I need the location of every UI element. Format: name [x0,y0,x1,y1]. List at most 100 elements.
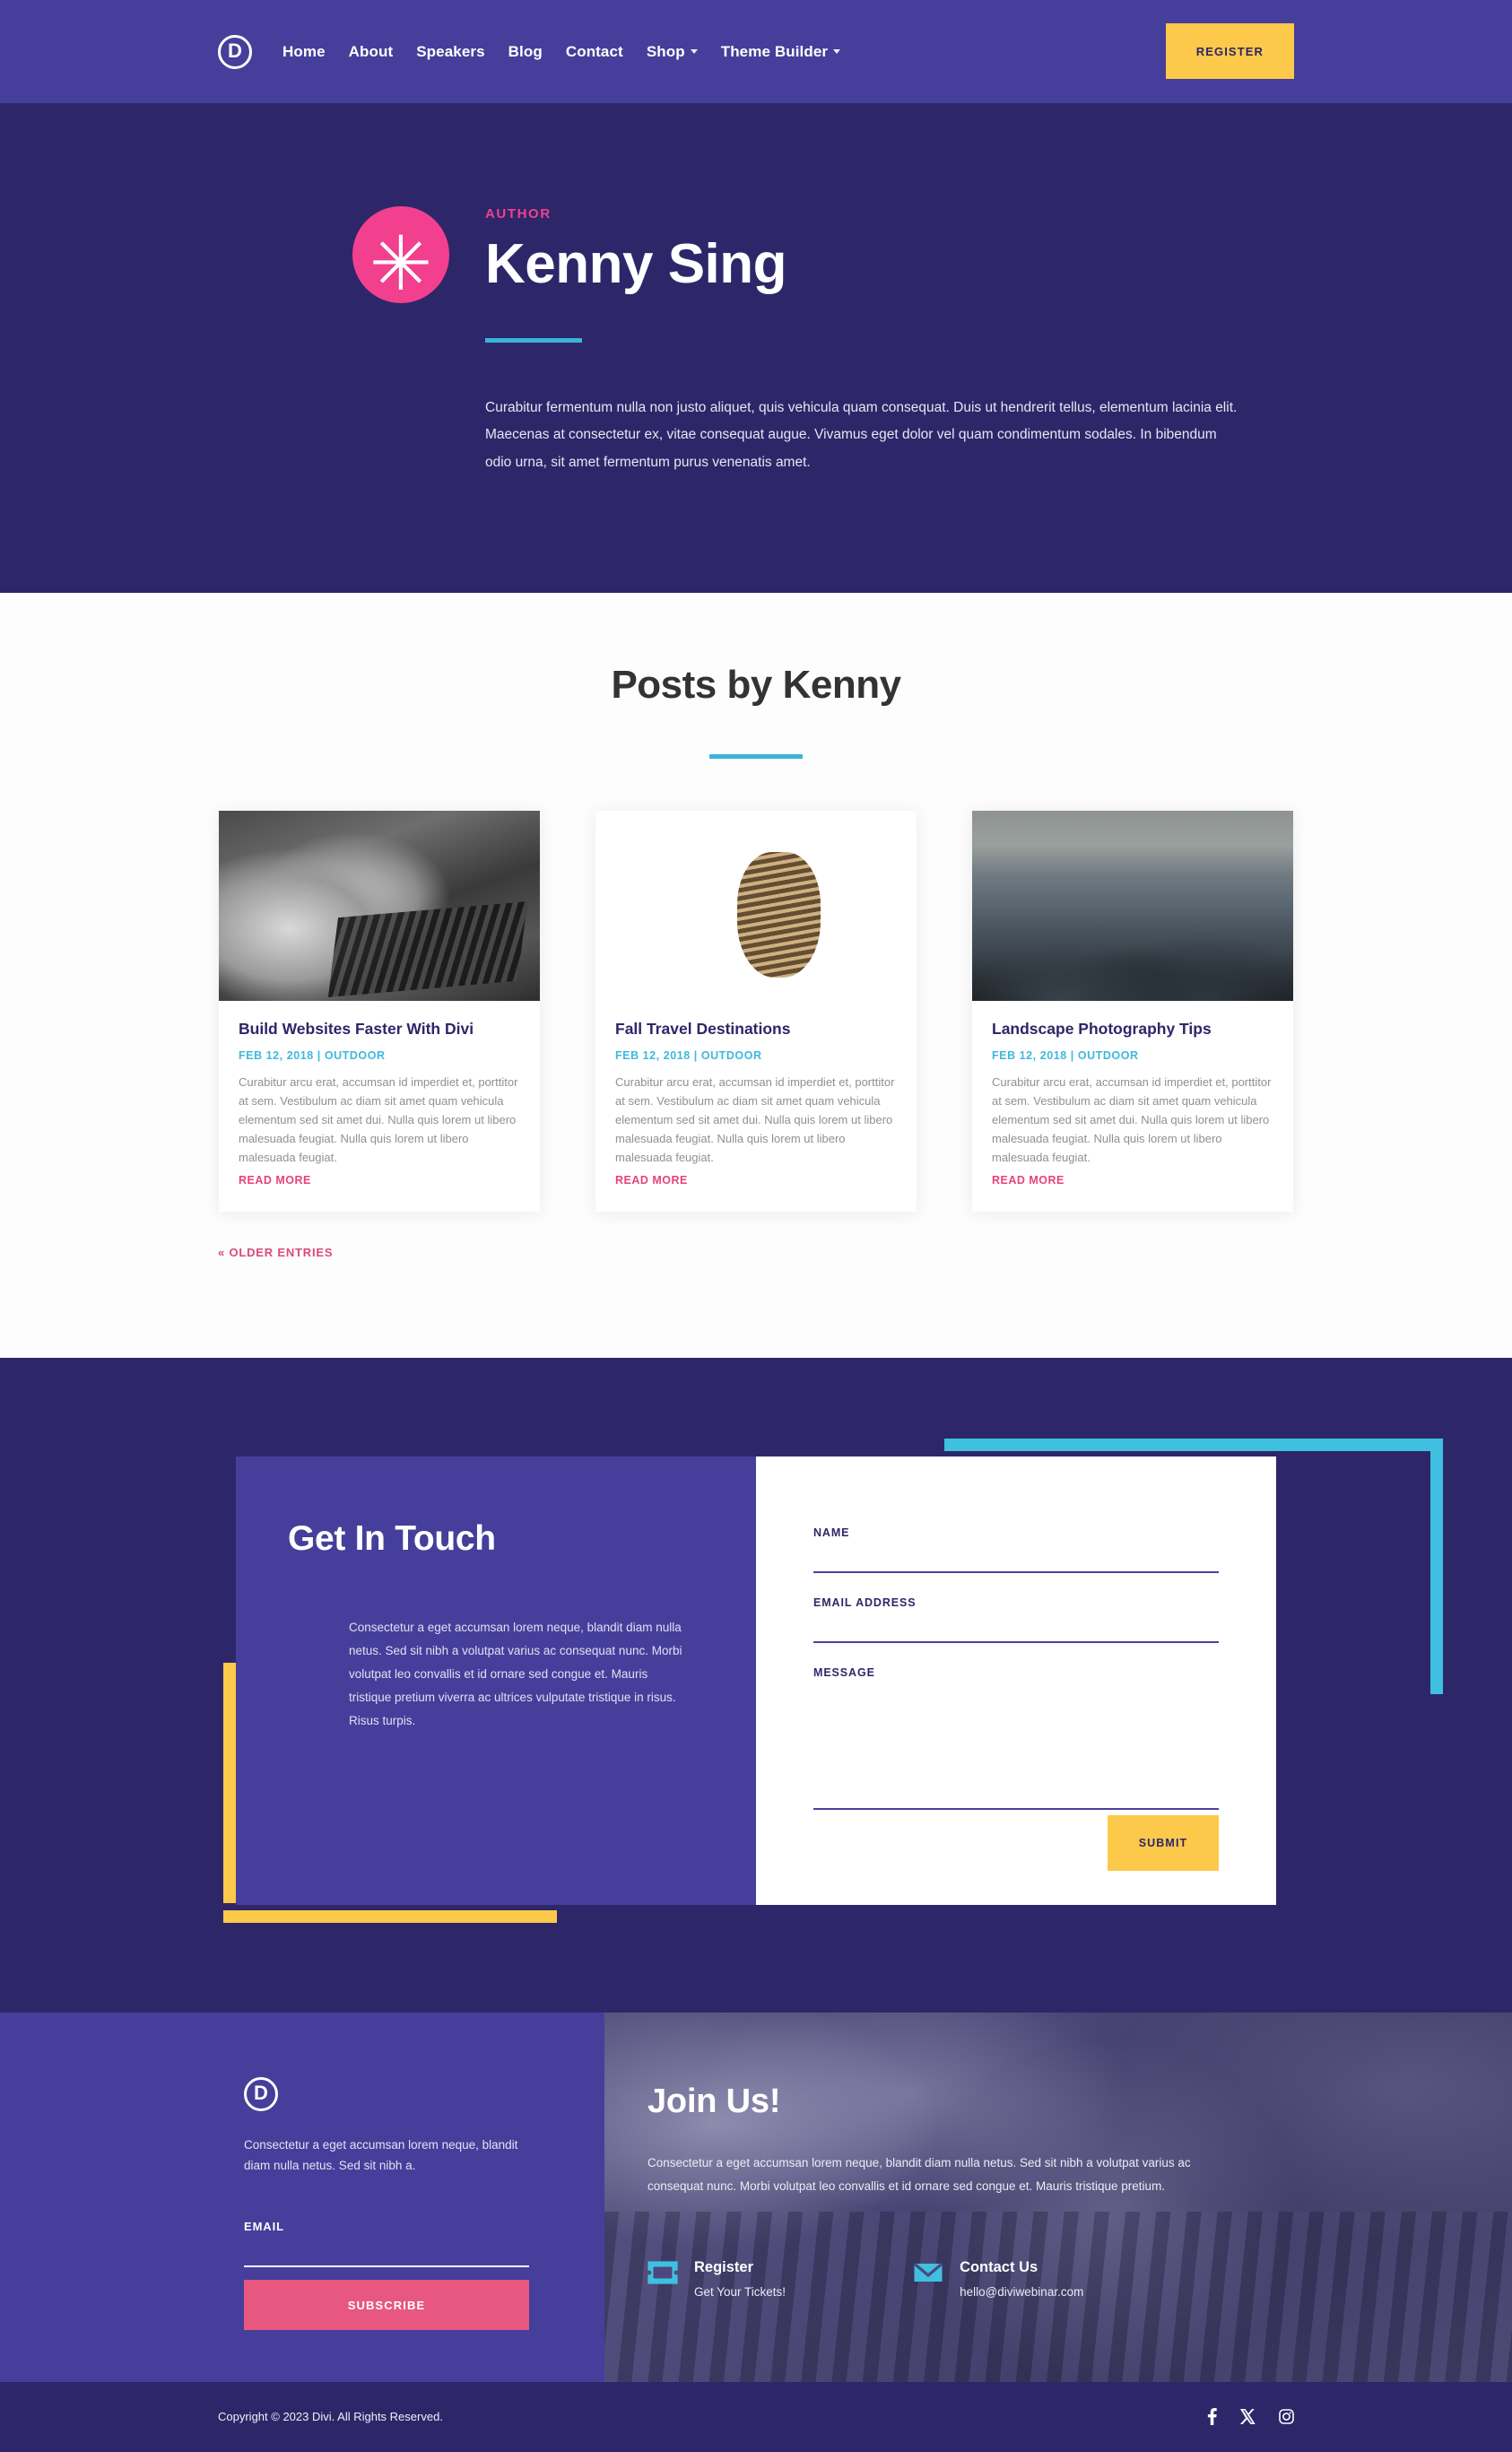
read-more-link[interactable]: READ MORE [615,1174,688,1187]
footer-join-column: Join Us! Consectetur a eget accumsan lor… [604,2012,1512,2382]
post-title[interactable]: Fall Travel Destinations [615,1019,897,1039]
post-card-body: Fall Travel Destinations FEB 12, 2018 | … [595,1001,917,1212]
nav-item-blog[interactable]: Blog [508,43,543,61]
decoration-cyan-right [1430,1438,1443,1694]
message-field-label: MESSAGE [813,1665,875,1679]
divi-logo-icon[interactable]: D [218,34,252,69]
page-title: Kenny Sing [485,233,787,295]
post-card[interactable]: Landscape Photography Tips FEB 12, 2018 … [972,810,1293,1212]
join-link-sub: Get Your Tickets! [694,2285,786,2300]
post-excerpt: Curabitur arcu erat, accumsan id imperdi… [239,1074,518,1164]
post-meta: FEB 12, 2018 | OUTDOOR [239,1048,386,1062]
main-navigation: Home About Speakers Blog Contact Shop Th… [282,42,841,61]
posts-heading: Posts by Kenny [611,662,901,707]
nav-item-theme-builder[interactable]: Theme Builder [720,42,841,61]
nav-label-contact: Contact [565,42,623,60]
nav-label-about: About [348,42,394,60]
post-excerpt: Curabitur arcu erat, accumsan id imperdi… [992,1074,1272,1164]
nav-item-speakers[interactable]: Speakers [416,43,484,61]
chevron-down-icon [690,49,698,54]
email-field-label: EMAIL ADDRESS [813,1596,917,1609]
post-card[interactable]: Fall Travel Destinations FEB 12, 2018 | … [595,810,917,1212]
chevron-down-icon [833,49,841,54]
join-link-text-register: Register Get Your Tickets! [694,2259,786,2299]
header-inner: D Home About Speakers Blog Contact Shop [218,0,1294,103]
nav-label-theme-builder: Theme Builder [720,42,829,60]
footer-email-label: EMAIL [244,2220,284,2234]
divi-logo-letter: D [228,39,242,62]
footer-bottom-inner: Copyright © 2023 Divi. All Rights Reserv… [218,2408,1294,2426]
older-entries-link[interactable]: « OLDER ENTRIES [218,1246,1294,1259]
join-link-contact[interactable]: Contact Us hello@diviwebinar.com [913,2259,1083,2299]
instagram-icon[interactable] [1279,2409,1294,2425]
facebook-icon[interactable] [1207,2408,1217,2426]
post-card-body: Build Websites Faster With Divi FEB 12, … [219,1001,540,1212]
envelope-icon [913,2261,943,2289]
social-links [1207,2408,1294,2426]
register-button[interactable]: REGISTER [1165,23,1294,79]
read-more-link[interactable]: READ MORE [239,1174,311,1187]
submit-row: SUBMIT [813,1814,1219,1871]
join-link-register[interactable]: Register Get Your Tickets! [647,2259,786,2299]
post-card-body: Landscape Photography Tips FEB 12, 2018 … [972,1001,1293,1212]
submit-button[interactable]: SUBMIT [1108,1814,1219,1871]
contact-wrapper: Get In Touch Consectetur a eget accumsan… [218,1438,1443,1923]
footer-subscribe-column: D Consectetur a eget accumsan lorem nequ… [0,2012,604,2382]
posts-divider [709,753,803,759]
author-hero: ✳ AUTHOR Kenny Sing Curabitur fermentum … [0,103,1512,593]
post-title[interactable]: Landscape Photography Tips [992,1019,1273,1039]
post-thumbnail-mountain-range [972,810,1293,1001]
contact-heading: Get In Touch [288,1518,496,1558]
email-input[interactable] [813,1622,1219,1643]
contact-form: NAME EMAIL ADDRESS MESSAGE SUBMIT [756,1456,1276,1905]
copyright-text: Copyright © 2023 Divi. All Rights Reserv… [218,2410,443,2424]
post-title[interactable]: Build Websites Faster With Divi [239,1019,520,1039]
asterisk-icon: ✳ [369,221,433,306]
x-twitter-icon[interactable] [1240,2409,1256,2425]
join-link-title: Register [694,2259,754,2276]
site-footer: D Consectetur a eget accumsan lorem nequ… [0,2012,1512,2452]
contact-intro-panel: Get In Touch Consectetur a eget accumsan… [236,1456,756,1905]
contact-section: Get In Touch Consectetur a eget accumsan… [0,1357,1512,2013]
footer-logo-letter: D [254,2081,268,2104]
contact-copy: Consectetur a eget accumsan lorem neque,… [349,1620,682,1728]
join-link-title: Contact Us [960,2259,1038,2276]
footer-main: D Consectetur a eget accumsan lorem nequ… [0,2012,1512,2382]
nav-label-blog: Blog [508,42,543,60]
footer-bottom-bar: Copyright © 2023 Divi. All Rights Reserv… [0,2381,1512,2452]
post-thumbnail-pine-cone [595,811,917,1001]
post-card[interactable]: Build Websites Faster With Divi FEB 12, … [219,810,540,1212]
nav-label-home: Home [282,42,326,60]
read-more-link[interactable]: READ MORE [992,1174,1064,1187]
post-thumbnail-laptop-hands-typing [219,810,540,1001]
author-label: AUTHOR [485,206,552,222]
post-excerpt: Curabitur arcu erat, accumsan id imperdi… [615,1074,895,1164]
nav-item-contact[interactable]: Contact [566,43,623,61]
name-field-label: NAME [813,1526,850,1539]
author-bio: Curabitur fermentum nulla non justo aliq… [485,400,1238,470]
join-copy: Consectetur a eget accumsan lorem neque,… [647,2155,1191,2194]
posts-section: Posts by Kenny Build Websites Faster Wit… [0,592,1512,1358]
post-meta: FEB 12, 2018 | OUTDOOR [615,1048,762,1062]
decoration-yellow-left [223,1662,236,1903]
avatar: ✳ [352,206,449,303]
message-textarea[interactable] [813,1692,1219,1810]
nav-label-shop: Shop [646,42,685,60]
nav-item-shop[interactable]: Shop [647,43,698,61]
footer-email-input[interactable] [244,2246,529,2268]
hero-inner: ✳ AUTHOR Kenny Sing Curabitur fermentum … [218,197,1294,476]
join-heading: Join Us! [647,2082,781,2120]
divi-logo-icon[interactable]: D [244,2076,278,2111]
join-link-sub: hello@diviwebinar.com [960,2285,1084,2300]
site-header: D Home About Speakers Blog Contact Shop [0,0,1512,103]
subscribe-button[interactable]: SUBSCRIBE [244,2280,529,2331]
post-meta: FEB 12, 2018 | OUTDOOR [992,1048,1139,1062]
nav-item-about[interactable]: About [349,43,394,61]
hero-text: AUTHOR Kenny Sing Curabitur fermentum nu… [485,197,1243,476]
decoration-cyan-top [944,1438,1443,1451]
hero-divider [485,338,582,343]
join-link-text-contact: Contact Us hello@diviwebinar.com [960,2259,1083,2299]
footer-blurb: Consectetur a eget accumsan lorem neque,… [244,2137,518,2173]
name-input[interactable] [813,1552,1219,1573]
nav-item-home[interactable]: Home [282,43,326,61]
